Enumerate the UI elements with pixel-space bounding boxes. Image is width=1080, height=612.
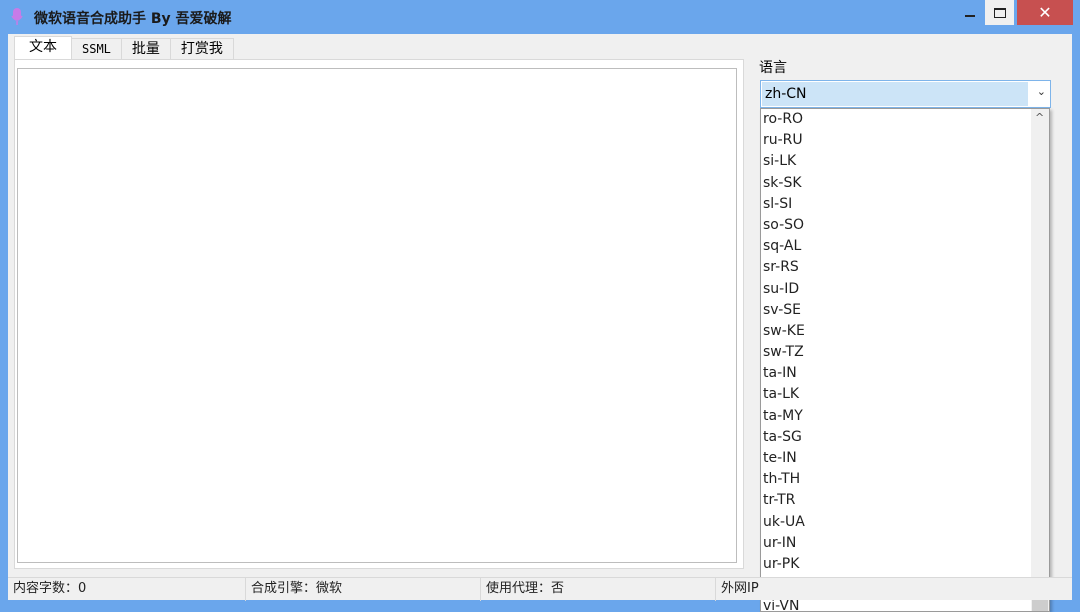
minimize-button[interactable] <box>955 0 984 25</box>
language-option[interactable]: ur-PK <box>761 554 1049 575</box>
language-label: 语言 <box>759 60 787 76</box>
language-option[interactable]: ta-SG <box>761 427 1049 448</box>
tab-ssml[interactable]: SSML <box>71 38 122 59</box>
scrollbar-thumb[interactable] <box>1032 599 1048 611</box>
status-engine: 合成引擎：微软 <box>246 578 481 601</box>
language-option[interactable]: ta-IN <box>761 363 1049 384</box>
status-proxy: 使用代理：否 <box>481 578 716 601</box>
language-option[interactable]: sl-SI <box>761 194 1049 215</box>
tab-bar: 文本 SSML 批量 打赏我 <box>14 36 234 59</box>
text-tab-panel <box>14 59 744 569</box>
language-option[interactable]: ru-RU <box>761 130 1049 151</box>
language-option[interactable]: ta-MY <box>761 406 1049 427</box>
language-option[interactable]: sq-AL <box>761 236 1049 257</box>
microphone-icon <box>11 8 23 25</box>
language-option[interactable]: ur-IN <box>761 533 1049 554</box>
window-title: 微软语音合成助手 By 吾爱破解 <box>34 11 232 27</box>
language-option[interactable]: sr-RS <box>761 257 1049 278</box>
close-icon: ✕ <box>1038 3 1052 22</box>
close-button[interactable]: ✕ <box>1017 0 1073 25</box>
status-ip: 外网IP <box>721 581 759 596</box>
text-input[interactable] <box>17 68 737 563</box>
language-selected-value: zh-CN <box>762 82 1028 106</box>
language-option[interactable]: sw-KE <box>761 321 1049 342</box>
minimize-icon <box>964 14 975 17</box>
language-option[interactable]: tr-TR <box>761 490 1049 511</box>
language-option[interactable]: sk-SK <box>761 173 1049 194</box>
tab-batch[interactable]: 批量 <box>120 38 171 59</box>
chevron-down-icon: ⌄ <box>1036 85 1046 98</box>
status-char-count: 内容字数：0 <box>8 578 246 601</box>
language-option[interactable]: sv-SE <box>761 300 1049 321</box>
language-option[interactable]: su-ID <box>761 279 1049 300</box>
language-option[interactable]: th-TH <box>761 469 1049 490</box>
scroll-up-icon[interactable]: ^ <box>1035 111 1044 124</box>
tab-text[interactable]: 文本 <box>14 36 72 59</box>
language-option[interactable]: te-IN <box>761 448 1049 469</box>
language-option[interactable]: uk-UA <box>761 512 1049 533</box>
language-select[interactable]: zh-CN ⌄ <box>760 80 1051 108</box>
scrollbar[interactable]: ^ <box>1031 109 1049 611</box>
language-option[interactable]: so-SO <box>761 215 1049 236</box>
tab-donate[interactable]: 打赏我 <box>169 38 234 59</box>
language-dropdown-list[interactable]: ro-RO ru-RU si-LK sk-SK sl-SI so-SO sq-AL sr-RS… <box>760 108 1050 612</box>
language-option[interactable]: ta-LK <box>761 384 1049 405</box>
maximize-button[interactable] <box>985 0 1014 25</box>
status-bar: 内容字数：0 合成引擎：微软 使用代理：否 外网IP <box>8 577 1072 601</box>
title-bar: 微软语音合成助手 By 吾爱破解 ✕ <box>0 0 1080 34</box>
maximize-icon <box>993 7 1006 18</box>
language-option[interactable]: ro-RO <box>761 109 1049 130</box>
language-option[interactable]: si-LK <box>761 151 1049 172</box>
language-option[interactable]: sw-TZ <box>761 342 1049 363</box>
